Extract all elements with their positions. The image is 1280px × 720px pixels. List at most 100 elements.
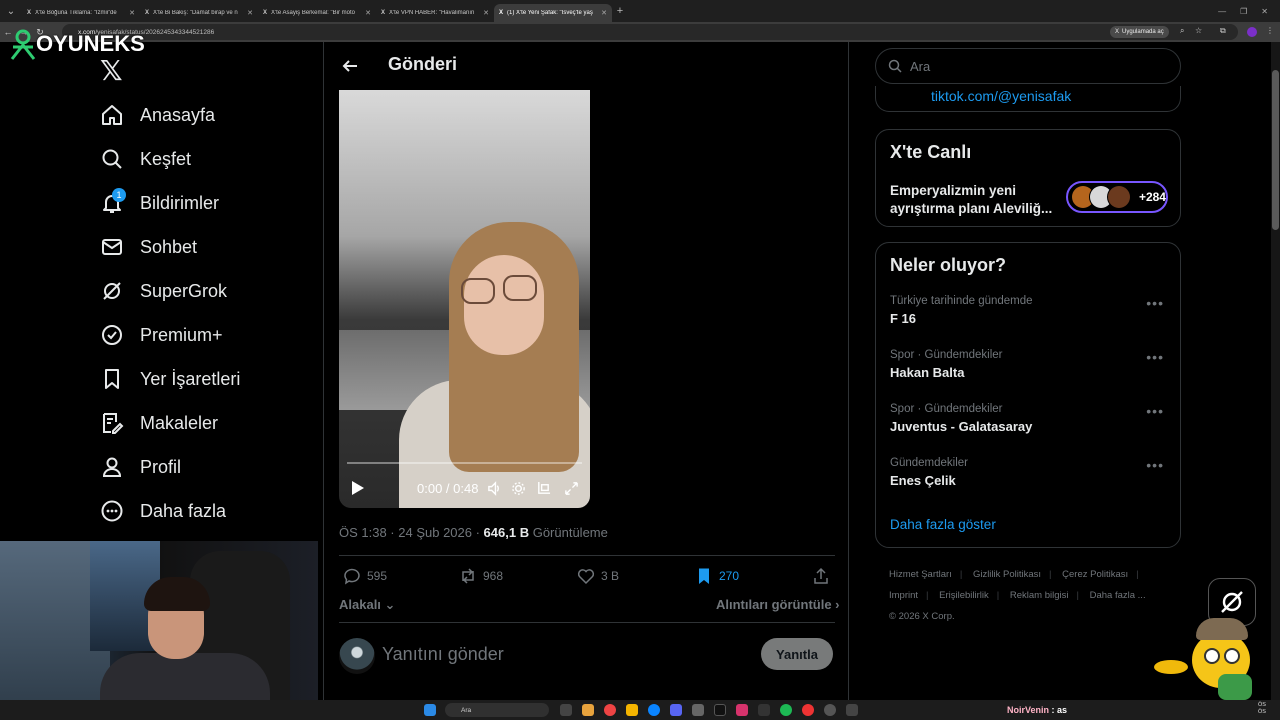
- trend-item[interactable]: Spor · Gündemdekiler Hakan Balta •••: [890, 349, 1170, 380]
- new-tab-icon[interactable]: +: [612, 5, 628, 17]
- folder-icon[interactable]: [626, 704, 638, 716]
- video-player[interactable]: 0:00 / 0:48: [339, 90, 590, 508]
- chrome-icon[interactable]: [604, 704, 616, 716]
- tab-close-icon[interactable]: ✕: [129, 9, 135, 17]
- avatar[interactable]: [339, 638, 375, 674]
- file-explorer-icon[interactable]: [582, 704, 594, 716]
- taskbar-search[interactable]: Ara: [445, 703, 549, 717]
- footer-link[interactable]: Çerez Politikası: [1062, 569, 1128, 580]
- taskbar-search-label: Ara: [461, 706, 472, 714]
- reply-button[interactable]: Yanıtla: [761, 638, 833, 670]
- fullscreen-icon[interactable]: [564, 481, 579, 496]
- sort-label: Alakalı: [339, 597, 381, 612]
- browser-tab[interactable]: X X'te Boğuna Tıklama: "İzmir'de ✕: [22, 4, 140, 22]
- obs-icon[interactable]: [824, 704, 836, 716]
- nav-item-supergrok[interactable]: SuperGrok: [100, 269, 227, 313]
- back-arrow-icon[interactable]: [340, 56, 360, 76]
- footer-link[interactable]: Erişilebilirlik: [939, 590, 989, 601]
- browser-icon[interactable]: [802, 704, 814, 716]
- app-icon[interactable]: [758, 704, 770, 716]
- browser-tab-active[interactable]: X (1) X'te Yeni Şafak: "İsveç'te yaş ✕: [494, 4, 612, 22]
- picture-in-picture-icon[interactable]: [536, 481, 551, 496]
- tab-close-icon[interactable]: ✕: [247, 9, 253, 17]
- post-timestamp[interactable]: ÖS 1:38 · 24 Şub 2026 ·: [339, 525, 484, 540]
- footer-link[interactable]: Gizlilik Politikası: [973, 569, 1041, 580]
- like-action[interactable]: 3 B: [577, 567, 619, 585]
- maximize-icon[interactable]: ❐: [1240, 7, 1247, 16]
- system-clock[interactable]: ÖS ÖS: [1258, 702, 1266, 716]
- tab-label: X'te Asayiş Berkemal: "Bir moto: [271, 10, 355, 16]
- nav-item-explore[interactable]: Keşfet: [100, 137, 191, 181]
- app-icon[interactable]: [736, 704, 748, 716]
- edge-icon[interactable]: [648, 704, 660, 716]
- tab-label: X'te Bi Bakiş: "Damat birap ve n: [153, 10, 238, 16]
- trend-item[interactable]: Gündemdekiler Enes Çelik •••: [890, 457, 1170, 488]
- more-options-icon[interactable]: •••: [1146, 295, 1164, 311]
- windows-start-icon[interactable]: [424, 704, 436, 716]
- volume-icon[interactable]: [487, 481, 502, 496]
- task-view-icon[interactable]: [560, 704, 572, 716]
- bookmark-action[interactable]: 270: [695, 567, 739, 585]
- reply-input[interactable]: Yanıtını gönder: [382, 644, 504, 665]
- nav-item-premium[interactable]: Premium+: [100, 313, 223, 357]
- discord-icon[interactable]: [670, 704, 682, 716]
- share-action[interactable]: [812, 567, 830, 585]
- app-icon[interactable]: [846, 704, 858, 716]
- view-quotes-link[interactable]: Alıntıları görüntüle ›: [716, 597, 840, 612]
- video-progress-bar[interactable]: [347, 462, 582, 464]
- zoom-icon[interactable]: ⌕: [1180, 26, 1184, 36]
- tab-search-icon[interactable]: ⌄: [0, 0, 22, 22]
- tab-close-icon[interactable]: ✕: [365, 9, 371, 17]
- profile-icon: [102, 457, 122, 477]
- views-label: Görüntüleme: [529, 525, 608, 540]
- sort-dropdown[interactable]: Alakalı ⌄: [339, 597, 395, 613]
- reply-action[interactable]: 595: [343, 567, 387, 585]
- profile-avatar-icon[interactable]: [1247, 27, 1257, 37]
- nav-item-profile[interactable]: Profil: [100, 445, 181, 489]
- nav-item-chat[interactable]: Sohbet: [100, 225, 197, 269]
- live-space-title[interactable]: Emperyalizmin yeni ayrıştırma planı Alev…: [890, 182, 1060, 218]
- minimize-icon[interactable]: —: [1218, 7, 1226, 16]
- live-participants[interactable]: +284: [1066, 181, 1168, 213]
- tab-close-icon[interactable]: ✕: [483, 9, 489, 17]
- nav-item-more[interactable]: Daha fazla: [100, 489, 226, 533]
- trend-item[interactable]: Türkiye tarihinde gündemde F 16 •••: [890, 295, 1170, 326]
- search-input[interactable]: Ara: [875, 48, 1181, 84]
- trend-item[interactable]: Spor · Gündemdekiler Juventus - Galatasa…: [890, 403, 1170, 434]
- app-icon[interactable]: [692, 704, 704, 716]
- nav-label: Profil: [140, 456, 182, 477]
- divider: [339, 622, 835, 623]
- browser-tab[interactable]: X X'te Asayiş Berkemal: "Bir moto ✕: [258, 4, 376, 22]
- more-options-icon[interactable]: •••: [1146, 403, 1164, 419]
- nav-item-home[interactable]: Anasayfa: [100, 93, 215, 137]
- play-icon[interactable]: [351, 480, 365, 496]
- tiktok-link[interactable]: tiktok.com/@yenisafak: [931, 88, 1071, 104]
- tab-close-icon[interactable]: ✕: [601, 9, 607, 17]
- nav-item-bookmarks[interactable]: Yer İşaretleri: [100, 357, 240, 401]
- more-options-icon[interactable]: •••: [1146, 349, 1164, 365]
- show-more-link[interactable]: Daha fazla göster: [890, 517, 996, 532]
- nav-label: Yer İşaretleri: [140, 368, 241, 389]
- repost-action[interactable]: 968: [459, 567, 503, 585]
- footer-link[interactable]: Imprint: [889, 590, 918, 601]
- settings-gear-icon[interactable]: [511, 481, 526, 496]
- address-bar[interactable]: x.com/yenisafak/status/20262453433445212…: [62, 24, 1238, 40]
- footer-separator: |: [1136, 569, 1139, 580]
- footer-link[interactable]: Hizmet Şartları: [889, 569, 952, 580]
- footer-link[interactable]: Daha fazla ...: [1090, 590, 1146, 601]
- browser-tab[interactable]: X X'te VPN HABER: "Havalimanın ✕: [376, 4, 494, 22]
- page-scrollbar[interactable]: [1271, 42, 1280, 700]
- scrollbar-thumb[interactable]: [1272, 70, 1279, 230]
- browser-menu-icon[interactable]: ⋮: [1266, 26, 1274, 35]
- tiktok-icon[interactable]: [714, 704, 726, 716]
- clock-time: ÖS: [1258, 702, 1266, 708]
- close-window-icon[interactable]: ✕: [1261, 7, 1268, 16]
- star-icon[interactable]: ☆: [1195, 26, 1202, 35]
- browser-tab[interactable]: X X'te Bi Bakiş: "Damat birap ve n ✕: [140, 4, 258, 22]
- footer-link[interactable]: Reklam bilgisi: [1010, 590, 1069, 601]
- open-in-app-button[interactable]: X Uygulamada aç: [1110, 26, 1169, 38]
- nav-item-articles[interactable]: Makaleler: [100, 401, 218, 445]
- extensions-icon[interactable]: ⧉: [1220, 26, 1226, 36]
- spotify-icon[interactable]: [780, 704, 792, 716]
- more-options-icon[interactable]: •••: [1146, 457, 1164, 473]
